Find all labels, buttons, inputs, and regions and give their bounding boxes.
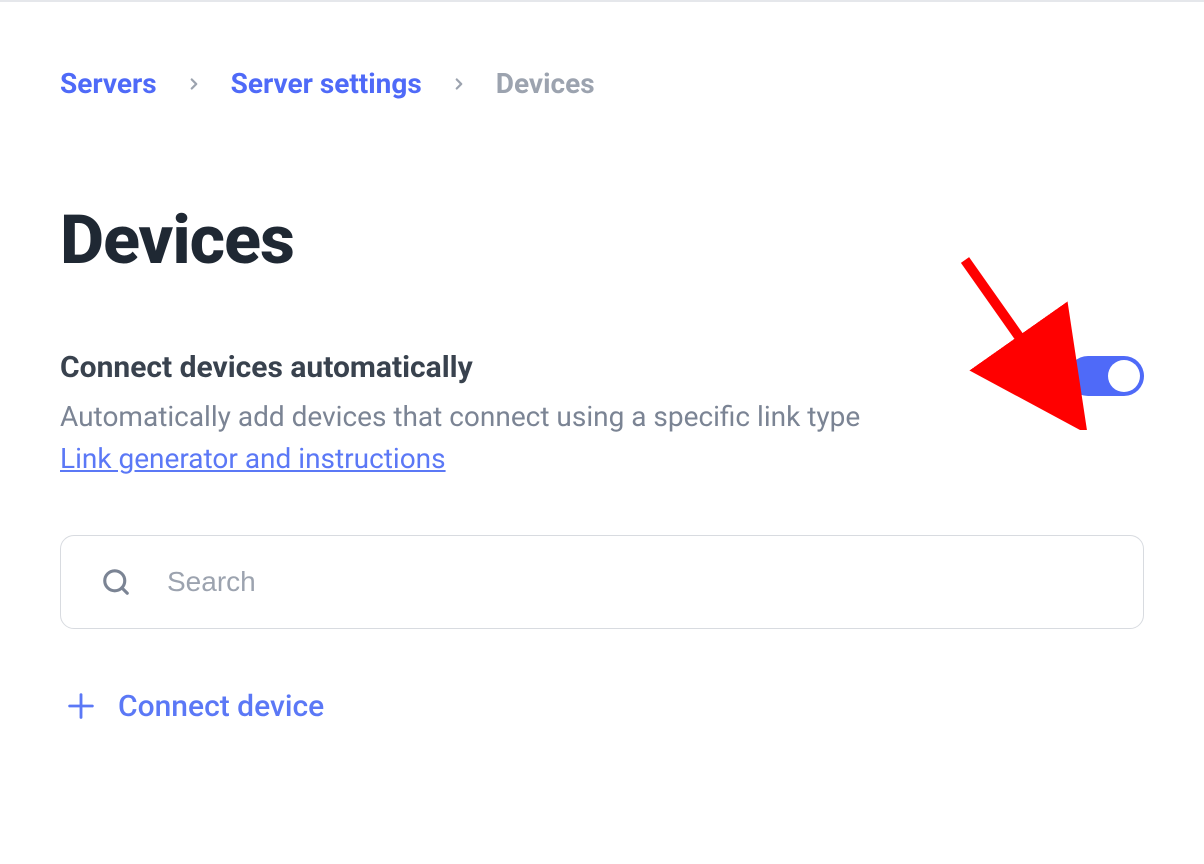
breadcrumb-server-settings[interactable]: Server settings [231, 67, 422, 100]
breadcrumb-devices: Devices [496, 67, 595, 100]
chevron-right-icon [185, 75, 203, 93]
connect-device-button[interactable]: Connect device [60, 689, 1144, 724]
auto-connect-toggle[interactable] [1068, 356, 1144, 396]
toggle-knob [1108, 360, 1140, 392]
setting-title: Connect devices automatically [60, 350, 1068, 385]
search-icon [101, 567, 131, 597]
connect-device-label: Connect device [118, 689, 324, 724]
breadcrumb: Servers Server settings Devices [60, 67, 1144, 100]
chevron-right-icon [450, 75, 468, 93]
search-box[interactable] [60, 535, 1144, 629]
setting-connect-automatically: Connect devices automatically Automatica… [60, 350, 1144, 475]
plus-icon [64, 689, 98, 723]
breadcrumb-servers[interactable]: Servers [60, 67, 157, 100]
search-input[interactable] [167, 566, 1103, 598]
page-title: Devices [60, 200, 1144, 280]
setting-description: Automatically add devices that connect u… [60, 397, 1068, 438]
link-generator-link[interactable]: Link generator and instructions [60, 442, 446, 475]
